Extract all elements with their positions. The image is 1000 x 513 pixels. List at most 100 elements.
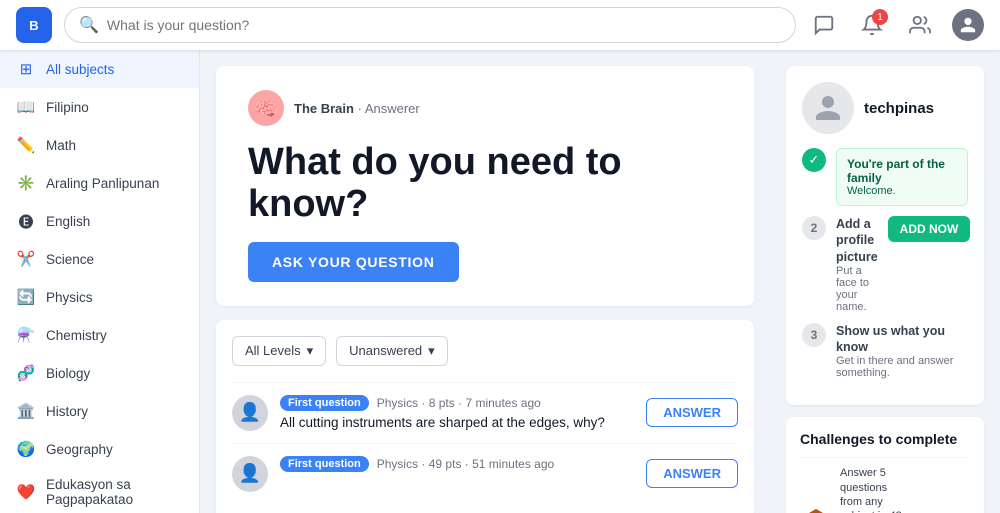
sidebar-icon: ✳️ bbox=[16, 173, 36, 193]
filters: All Levels ▾ Unanswered ▾ bbox=[232, 336, 738, 366]
answer-button[interactable]: ANSWER bbox=[646, 398, 738, 427]
hero-meta: 🧠 The Brain · Answerer bbox=[248, 90, 722, 126]
profile-avatar bbox=[802, 82, 854, 134]
search-bar[interactable]: 🔍 bbox=[64, 7, 796, 43]
question-avatar: 👤 bbox=[232, 456, 268, 492]
sidebar-item-all-subjects[interactable]: ⊞ All subjects bbox=[0, 50, 199, 88]
sidebar-item-english[interactable]: 🅔 English bbox=[0, 202, 199, 240]
profile-header: techpinas bbox=[802, 82, 968, 134]
sidebar-item-chemistry[interactable]: ⚗️ Chemistry bbox=[0, 316, 199, 354]
hero-card: 🧠 The Brain · Answerer What do you need … bbox=[216, 66, 754, 306]
add-now-button[interactable]: ADD NOW bbox=[888, 216, 971, 242]
sidebar-icon: ❤️ bbox=[16, 482, 36, 502]
challenge-info: Answer 5 questions from any subject in 4… bbox=[840, 466, 908, 513]
chevron-down-icon: ▾ bbox=[428, 343, 435, 359]
answer-button[interactable]: ANSWER bbox=[646, 459, 738, 488]
level-filter[interactable]: All Levels ▾ bbox=[232, 336, 326, 366]
sidebar-label: Biology bbox=[46, 366, 90, 381]
sidebar-icon: 🅔 bbox=[16, 211, 36, 231]
chevron-down-icon: ▾ bbox=[307, 343, 314, 359]
sidebar-item-math[interactable]: ✏️ Math bbox=[0, 126, 199, 164]
step1-check: ✓ bbox=[802, 148, 826, 172]
header-icons: 1 bbox=[808, 9, 984, 41]
sidebar-label: Physics bbox=[46, 290, 93, 305]
question-info: Physics · 8 pts · 7 minutes ago bbox=[377, 396, 541, 410]
sidebar-item-science[interactable]: ✂️ Science bbox=[0, 240, 199, 278]
question-item: 👤 First question Physics · 49 pts · 51 m… bbox=[232, 443, 738, 504]
search-input[interactable] bbox=[107, 17, 781, 33]
first-question-badge: First question bbox=[280, 395, 369, 411]
step3-title: Show us what you know bbox=[836, 323, 968, 356]
step3-number: 3 bbox=[802, 323, 826, 347]
brainly-logo[interactable]: B bbox=[16, 7, 52, 43]
family-box: You're part of the family Welcome. bbox=[836, 148, 968, 206]
sidebar-label: Science bbox=[46, 252, 94, 267]
question-meta: First question Physics · 8 pts · 7 minut… bbox=[280, 395, 634, 411]
sidebar-icon: 🏛️ bbox=[16, 401, 36, 421]
sidebar-item-filipino[interactable]: 📖 Filipino bbox=[0, 88, 199, 126]
user-avatar[interactable] bbox=[952, 9, 984, 41]
users-icon[interactable] bbox=[904, 9, 936, 41]
right-panel: techpinas ✓ You're part of the family We… bbox=[770, 50, 1000, 513]
sidebar-icon: 🔄 bbox=[16, 287, 36, 307]
main-layout: ⊞ All subjects 📖 Filipino ✏️ Math ✳️ Araling Pa… bbox=[0, 50, 1000, 513]
question-content: First question Physics · 49 pts · 51 min… bbox=[280, 456, 634, 476]
hero-title: What do you need to know? bbox=[248, 142, 722, 226]
sidebar-icon: ⊞ bbox=[16, 59, 36, 79]
notification-badge: 1 bbox=[872, 9, 888, 25]
step2-number: 2 bbox=[802, 216, 826, 240]
content-area: 🧠 The Brain · Answerer What do you need … bbox=[200, 50, 770, 513]
step3-content: Show us what you know Get in there and a… bbox=[836, 323, 968, 380]
sidebar-label: Math bbox=[46, 138, 76, 153]
sidebar-label: Chemistry bbox=[46, 328, 107, 343]
question-text: All cutting instruments are sharped at t… bbox=[280, 415, 634, 430]
step2-title: Add a profile picture bbox=[836, 216, 878, 265]
sidebar-item-araling-panlipunan[interactable]: ✳️ Araling Panlipunan bbox=[0, 164, 199, 202]
family-title: You're part of the family bbox=[847, 157, 957, 185]
questions-section: All Levels ▾ Unanswered ▾ 👤 First questi… bbox=[216, 320, 754, 513]
sidebar-icon: 🌍 bbox=[16, 439, 36, 459]
step1: ✓ You're part of the family Welcome. bbox=[802, 148, 968, 206]
brain-icon: 🧠 bbox=[248, 90, 284, 126]
type-filter[interactable]: Unanswered ▾ bbox=[336, 336, 448, 366]
header: B 🔍 1 bbox=[0, 0, 1000, 50]
sidebar-label: English bbox=[46, 214, 90, 229]
challenges-title: Challenges to complete bbox=[800, 431, 970, 447]
step3-desc: Get in there and answer something. bbox=[836, 355, 968, 379]
step2: 2 Add a profile picture Put a face to yo… bbox=[802, 216, 968, 313]
profile-card: techpinas ✓ You're part of the family We… bbox=[786, 66, 984, 405]
challenge-text: Answer 5 questions from any subject in 4… bbox=[840, 466, 908, 513]
sidebar-label: Araling Panlipunan bbox=[46, 176, 159, 191]
sidebar-item-biology[interactable]: 🧬Biology bbox=[0, 354, 199, 392]
ask-question-button[interactable]: ASK YOUR QUESTION bbox=[248, 242, 459, 282]
sidebar-label: Geography bbox=[46, 442, 113, 457]
hero-meta-text: The Brain · Answerer bbox=[294, 101, 420, 116]
question-meta: First question Physics · 49 pts · 51 min… bbox=[280, 456, 634, 472]
challenge-item: 🏆 Answer 5 questions from any subject in… bbox=[800, 457, 970, 513]
sidebar-icon: ✂️ bbox=[16, 249, 36, 269]
first-question-badge: First question bbox=[280, 456, 369, 472]
challenges-card: Challenges to complete 🏆 Answer 5 questi… bbox=[786, 417, 984, 513]
question-content: First question Physics · 8 pts · 7 minut… bbox=[280, 395, 634, 430]
step2-content: Add a profile picture Put a face to your… bbox=[836, 216, 878, 313]
step2-desc: Put a face to your name. bbox=[836, 265, 878, 313]
question-info: Physics · 49 pts · 51 minutes ago bbox=[377, 457, 554, 471]
sidebar-item-geography[interactable]: 🌍 Geography bbox=[0, 430, 199, 468]
sidebar-icon: 📖 bbox=[16, 97, 36, 117]
step3: 3 Show us what you know Get in there and… bbox=[802, 323, 968, 380]
sidebar-icon: ⚗️ bbox=[16, 325, 36, 345]
notification-icon[interactable]: 1 bbox=[856, 9, 888, 41]
step1-content: You're part of the family Welcome. bbox=[836, 148, 968, 206]
family-sub: Welcome. bbox=[847, 185, 957, 197]
sidebar-item-history[interactable]: 🏛️ History bbox=[0, 392, 199, 430]
sidebar-label: History bbox=[46, 404, 88, 419]
sidebar-label: All subjects bbox=[46, 62, 114, 77]
sidebar: ⊞ All subjects 📖 Filipino ✏️ Math ✳️ Araling Pa… bbox=[0, 50, 200, 513]
challenge-hex-icon: 🏆 bbox=[800, 507, 832, 513]
sidebar-item-physics[interactable]: 🔄 Physics bbox=[0, 278, 199, 316]
sidebar-item-edukasyon[interactable]: ❤️ Edukasyon sa Pagpapakatao bbox=[0, 468, 199, 513]
sidebar-label: Filipino bbox=[46, 100, 89, 115]
chat-icon[interactable] bbox=[808, 9, 840, 41]
sidebar-icon: ✏️ bbox=[16, 135, 36, 155]
sidebar-label: Edukasyon sa Pagpapakatao bbox=[46, 477, 183, 507]
